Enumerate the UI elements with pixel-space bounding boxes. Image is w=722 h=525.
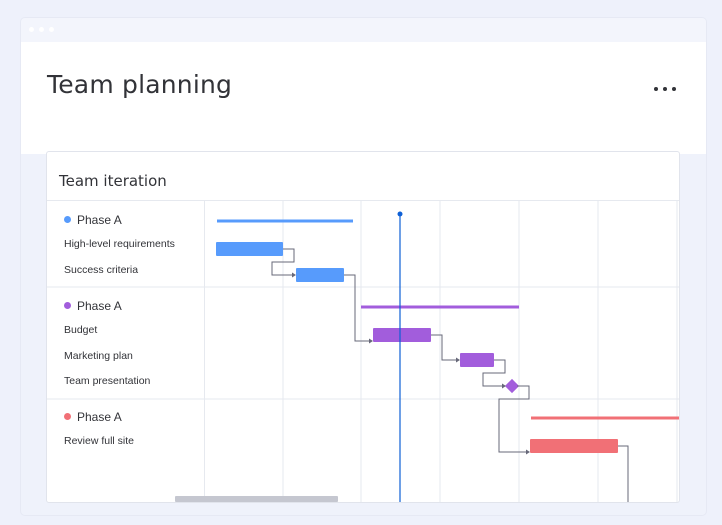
dependency-arrows	[292, 272, 530, 455]
task-row[interactable]: Team presentation	[64, 375, 150, 387]
task-row[interactable]: Success criteria	[64, 264, 138, 276]
arrow-icon	[292, 272, 296, 278]
page-title: Team planning	[47, 70, 233, 99]
more-options-button[interactable]	[651, 82, 681, 96]
arrow-icon	[456, 357, 460, 363]
more-horizontal-icon	[654, 87, 658, 91]
task-list: Phase A High-level requirements Success …	[47, 201, 204, 502]
gantt-card: Team iteration Phase A High-level requir…	[46, 151, 680, 503]
group-header-phase-a[interactable]: Phase A	[64, 213, 122, 227]
window-dot-icon[interactable]	[49, 27, 54, 32]
column-divider	[204, 201, 205, 502]
app-window: Team planning Team iteration Phase A Hig…	[21, 18, 706, 515]
horizontal-scrollbar[interactable]	[47, 496, 679, 502]
milestone-team-presentation	[504, 378, 520, 394]
status-dot-icon	[64, 413, 71, 420]
task-row[interactable]: Budget	[64, 324, 97, 336]
status-dot-icon	[64, 216, 71, 223]
title-bar	[21, 18, 706, 42]
task-bar-marketing-plan	[460, 353, 494, 367]
dependency-line	[431, 334, 458, 361]
window-dot-icon[interactable]	[29, 27, 34, 32]
more-horizontal-icon	[672, 87, 676, 91]
group-name: Phase A	[77, 299, 122, 313]
group-header-phase-a[interactable]: Phase A	[64, 299, 122, 313]
arrow-icon	[526, 449, 530, 455]
task-bar-high-level-requirements	[216, 242, 283, 256]
window-dot-icon[interactable]	[39, 27, 44, 32]
arrow-icon	[369, 338, 373, 344]
scrollbar-thumb[interactable]	[175, 496, 338, 502]
group-name: Phase A	[77, 410, 122, 424]
task-row[interactable]: Marketing plan	[64, 350, 133, 362]
task-row[interactable]: High-level requirements	[64, 238, 175, 250]
more-horizontal-icon	[663, 87, 667, 91]
status-dot-icon	[64, 302, 71, 309]
group-header-phase-a[interactable]: Phase A	[64, 410, 122, 424]
task-bar-budget	[373, 328, 431, 342]
today-marker-dot	[397, 211, 403, 217]
task-bar-review-full-site	[530, 439, 618, 453]
dependency-line	[618, 445, 629, 502]
task-row[interactable]: Review full site	[64, 435, 134, 447]
arrow-icon	[502, 383, 506, 389]
dependency-line	[498, 385, 530, 453]
group-name: Phase A	[77, 213, 122, 227]
task-bar-success-criteria	[296, 268, 344, 282]
